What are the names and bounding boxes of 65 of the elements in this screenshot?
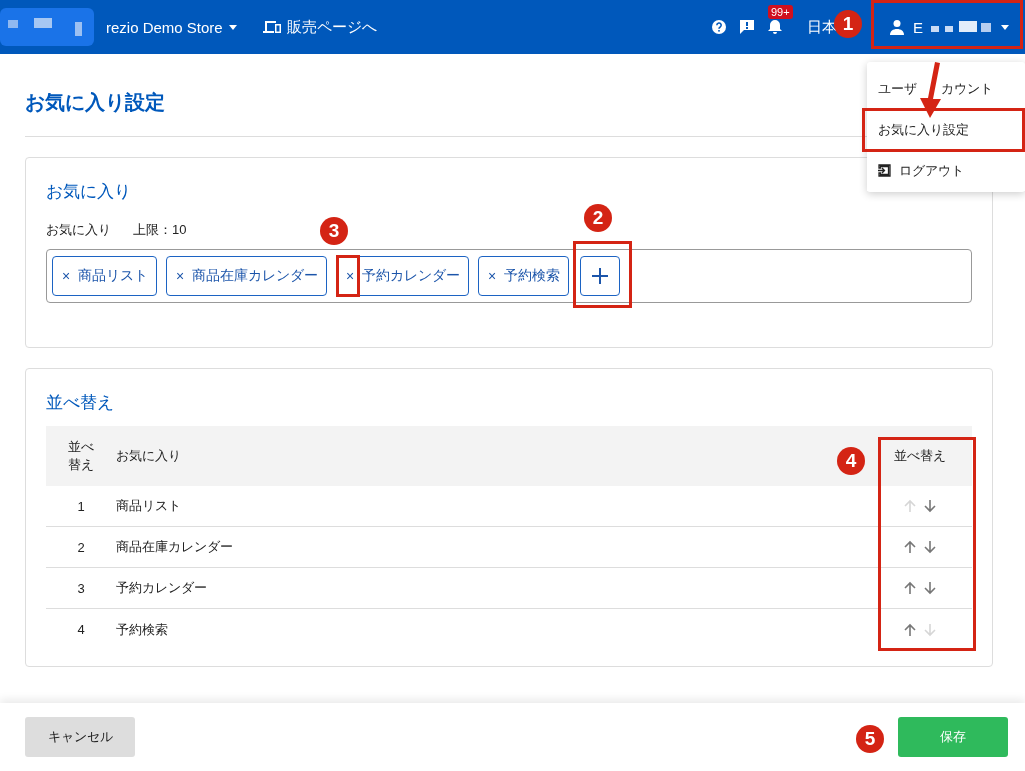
down-arrow-icon xyxy=(923,499,937,513)
table-cell-text: 予約カレンダー xyxy=(116,579,208,597)
column-header: 並べ替え xyxy=(893,447,947,465)
move-down-button[interactable] xyxy=(923,540,937,554)
up-arrow-icon xyxy=(903,540,917,554)
remove-button[interactable]: × xyxy=(345,268,355,284)
feedback-icon[interactable] xyxy=(739,19,755,35)
column-header: 並べ替え xyxy=(67,437,95,474)
table-cell-text: 商品リスト xyxy=(116,497,182,515)
field-label: お気に入り xyxy=(46,221,111,239)
remove-button[interactable]: × xyxy=(61,268,71,284)
logout-icon xyxy=(878,164,891,177)
down-arrow-icon xyxy=(923,540,937,554)
remove-button[interactable]: × xyxy=(487,268,497,284)
chip-label: 商品在庫カレンダー xyxy=(192,267,318,285)
caret-icon xyxy=(228,24,237,30)
down-arrow-icon xyxy=(923,622,937,637)
user-menu-button[interactable]: E xyxy=(881,18,1017,36)
table-cell-text: 3 xyxy=(76,580,86,596)
move-down-button[interactable] xyxy=(923,499,937,513)
move-down-button[interactable] xyxy=(923,581,937,595)
blurred-name-icon xyxy=(931,21,993,33)
caret-icon xyxy=(1001,24,1009,30)
chip-label: 予約カレンダー xyxy=(362,267,460,285)
sales-page-link[interactable]: 販売ページへ xyxy=(254,17,385,37)
menu-item[interactable]: ログアウト xyxy=(899,161,964,180)
add-button[interactable] xyxy=(580,256,620,296)
table-cell-text: 4 xyxy=(76,622,86,637)
limit-text: 上限：10 xyxy=(133,221,187,239)
language-selector[interactable]: 日本 xyxy=(807,17,837,37)
highlight-frame xyxy=(573,241,632,308)
step-marker: 5 xyxy=(856,725,884,753)
menu-item[interactable]: カウント xyxy=(941,79,993,98)
highlight-frame xyxy=(336,255,360,297)
bell-icon[interactable] xyxy=(767,19,783,35)
page-title: お気に入り設定 xyxy=(25,90,165,115)
move-up-button[interactable] xyxy=(903,581,917,595)
devices-icon xyxy=(262,20,281,34)
help-icon[interactable] xyxy=(711,19,727,35)
move-up-button[interactable] xyxy=(903,622,917,637)
section-title: お気に入り xyxy=(46,181,131,203)
move-up-button[interactable] xyxy=(903,540,917,554)
table-cell-text: 1 xyxy=(76,498,86,514)
cancel-button[interactable]: キャンセル xyxy=(25,717,135,757)
up-arrow-icon xyxy=(903,622,917,637)
section-title: 並べ替え xyxy=(46,392,114,414)
chip-label: 予約検索 xyxy=(504,267,560,285)
up-arrow-icon xyxy=(903,499,917,513)
store-selector[interactable]: rezio Demo Store xyxy=(98,18,245,36)
table-cell-text: 商品在庫カレンダー xyxy=(116,538,234,556)
step-marker: 3 xyxy=(320,217,348,245)
chip-label: 商品リスト xyxy=(78,267,148,285)
menu-item[interactable]: お気に入り設定 xyxy=(878,120,969,139)
notification-badge: 99+ xyxy=(768,5,793,19)
column-header: お気に入り xyxy=(116,447,181,465)
table-cell-text: 予約検索 xyxy=(116,620,169,639)
up-arrow-icon xyxy=(903,581,917,595)
menu-item[interactable]: ユーザ xyxy=(878,79,917,98)
favorites-field[interactable]: × 商品リスト × 商品在庫カレンダー × 予約カレンダー × 予約検索 xyxy=(46,249,972,303)
table-cell-text: 2 xyxy=(76,539,86,555)
down-arrow-icon xyxy=(923,581,937,595)
plus-icon xyxy=(591,267,609,285)
remove-button[interactable]: × xyxy=(175,268,185,284)
user-icon xyxy=(889,19,905,35)
step-marker: 2 xyxy=(584,204,612,232)
